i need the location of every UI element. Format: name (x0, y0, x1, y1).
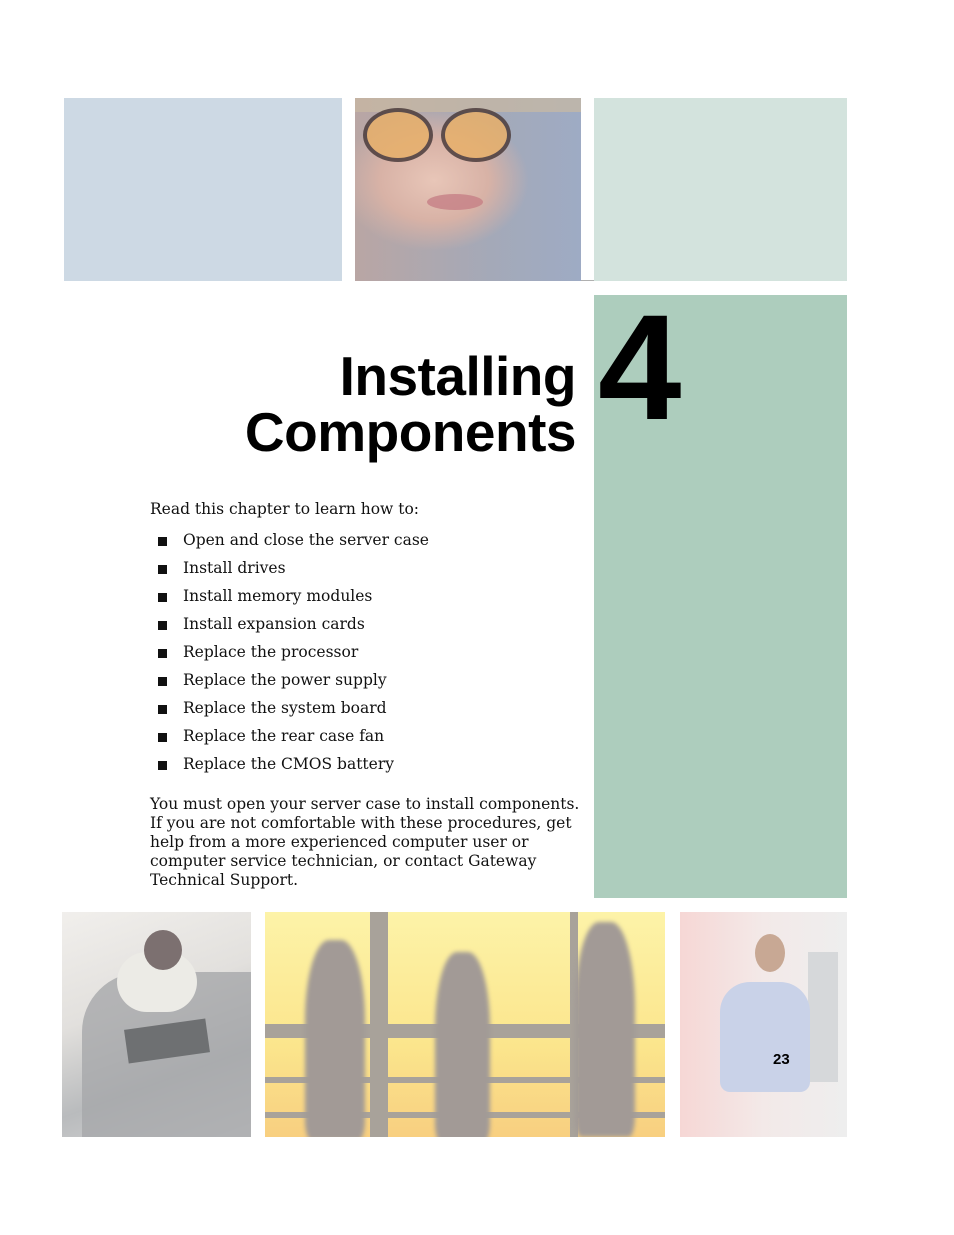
photo-lips (427, 194, 483, 210)
topic-list: Open and close the server case Install d… (158, 531, 429, 783)
bullet-square-icon (158, 705, 167, 714)
chapter-title-line1: Installing (339, 345, 577, 407)
photo-silhouette (305, 940, 365, 1137)
woman-glasses-photo (355, 98, 581, 281)
bullet-square-icon (158, 761, 167, 770)
bullet-square-icon (158, 593, 167, 602)
list-item: Replace the power supply (158, 671, 429, 699)
man-at-desk-photo (62, 912, 251, 1137)
top-green-panel (594, 98, 847, 281)
top-blue-panel (64, 98, 342, 281)
list-item: Open and close the server case (158, 531, 429, 559)
bullet-square-icon (158, 565, 167, 574)
chapter-title: Installing Components (244, 345, 577, 463)
bullet-square-icon (158, 733, 167, 742)
list-item: Install expansion cards (158, 615, 429, 643)
list-item: Replace the rear case fan (158, 727, 429, 755)
list-item: Replace the processor (158, 643, 429, 671)
list-item: Replace the CMOS battery (158, 755, 429, 783)
man-headphones-photo (680, 912, 847, 1137)
list-item: Replace the system board (158, 699, 429, 727)
photo-glasses-left (363, 108, 433, 162)
photo-shirt (720, 982, 810, 1092)
photo-silhouette (435, 952, 490, 1137)
intro-text: Read this chapter to learn how to: (150, 500, 420, 518)
body-paragraph: You must open your server case to instal… (150, 795, 580, 889)
photo-head (755, 934, 785, 972)
list-item: Install memory modules (158, 587, 429, 615)
silhouettes-photo (265, 912, 665, 1137)
page-number: 23 (773, 1051, 790, 1068)
photo-monitor (808, 952, 838, 1082)
bullet-square-icon (158, 677, 167, 686)
photo-silhouette (575, 922, 635, 1137)
list-item: Install drives (158, 559, 429, 587)
bullet-square-icon (158, 621, 167, 630)
photo-head (144, 930, 182, 970)
chapter-number: 4 (598, 283, 682, 451)
photo-glasses-right (441, 108, 511, 162)
bullet-square-icon (158, 649, 167, 658)
bullet-square-icon (158, 537, 167, 546)
chapter-title-line2: Components (244, 401, 577, 463)
